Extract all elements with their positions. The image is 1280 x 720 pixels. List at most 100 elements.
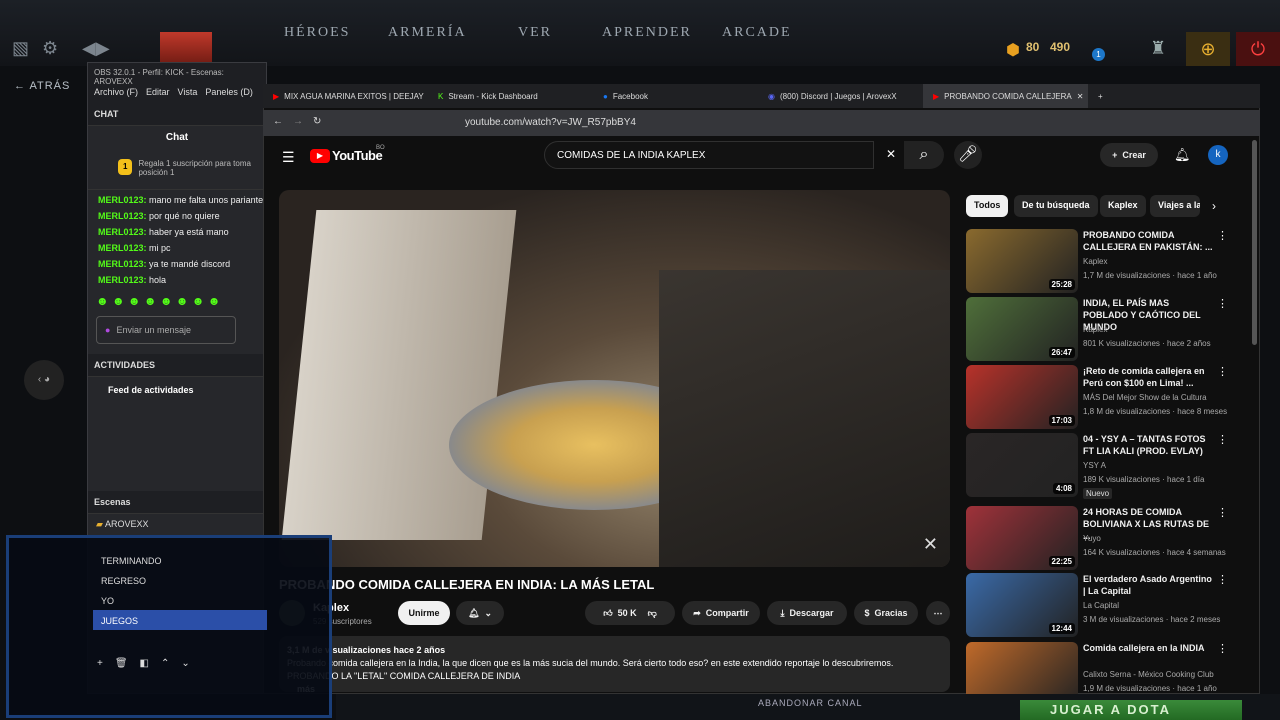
recommended-title[interactable]: PROBANDO COMIDA CALLEJERA EN PAKISTÁN: .… bbox=[1083, 229, 1215, 253]
plus-icon[interactable]: ⊕ bbox=[1186, 32, 1230, 66]
notification-badge[interactable]: 1 bbox=[1092, 48, 1105, 61]
recommended-channel[interactable]: Kaplex bbox=[1083, 257, 1107, 266]
more-options-icon[interactable]: ⋮ bbox=[1217, 433, 1228, 446]
download-button[interactable]: ⤓ Descargar bbox=[767, 601, 847, 625]
menu-icon[interactable]: ☰ bbox=[282, 149, 295, 166]
search-icon[interactable]: ⌕ bbox=[904, 141, 944, 169]
join-button[interactable]: Unirme bbox=[398, 601, 450, 625]
recommended-video[interactable]: 17:03 ¡Reto de comida callejera en Perú c… bbox=[966, 365, 1228, 429]
recommended-channel[interactable]: Calixto Serna - México Cooking Club bbox=[1083, 670, 1214, 679]
nav-armory[interactable]: ARMERÍA bbox=[388, 0, 467, 66]
power-icon[interactable]: ⏻ bbox=[1236, 32, 1280, 66]
recommended-channel[interactable]: YSY A bbox=[1083, 461, 1106, 470]
scene-item[interactable]: TERMINANDO bbox=[93, 550, 267, 570]
mic-icon[interactable]: 🎤︎ bbox=[954, 141, 982, 169]
more-options-icon[interactable]: ⋮ bbox=[1217, 229, 1228, 242]
forward-icon[interactable]: → bbox=[293, 116, 303, 127]
thanks-button[interactable]: $ Gracias bbox=[854, 601, 918, 625]
video-thumbnail[interactable]: 22:25 bbox=[966, 506, 1078, 570]
tab-discord[interactable]: ◉ (800) Discord | Juegos | ArovexX bbox=[758, 84, 923, 108]
recommended-video[interactable]: 26:47 INDIA, EL PAÍS MAS POBLADO Y CAÓTIC… bbox=[966, 297, 1228, 361]
close-icon[interactable]: ✕ bbox=[1077, 92, 1084, 101]
emote-bar[interactable]: ☻ ☻ ☻ ☻ ☻ ☻ ☻ ☻ bbox=[88, 288, 266, 314]
video-thumbnail[interactable]: 25:28 bbox=[966, 229, 1078, 293]
video-thumbnail[interactable]: 17:03 bbox=[966, 365, 1078, 429]
gear-icon[interactable]: ⚙ bbox=[42, 38, 58, 59]
chip-from-search[interactable]: De tu búsqueda bbox=[1014, 195, 1098, 217]
friends-avatar-icon[interactable]: ‹ ◕ bbox=[24, 360, 64, 400]
activity-feed[interactable]: Feed de actividades bbox=[88, 377, 266, 403]
dashboard-icon[interactable]: ▧ bbox=[12, 38, 29, 59]
recommended-video[interactable]: 25:28 PROBANDO COMIDA CALLEJERA EN PAKIST… bbox=[966, 229, 1228, 293]
description-box[interactable]: 3,1 M de visualizaciones hace 2 años Pro… bbox=[279, 636, 950, 694]
clear-search-icon[interactable]: ✕ bbox=[886, 147, 896, 161]
nav-learn[interactable]: APRENDER bbox=[602, 0, 692, 66]
recommended-channel[interactable]: Yuyo bbox=[1083, 534, 1101, 543]
recommended-channel[interactable]: La Capital bbox=[1083, 601, 1119, 610]
recommended-video[interactable]: 4:08 04 - YSY A – TANTAS FOTOS FT LIA KAL… bbox=[966, 433, 1228, 499]
scene-item-selected[interactable]: JUEGOS bbox=[93, 610, 267, 630]
scene-item[interactable]: REGRESO bbox=[93, 570, 267, 590]
scene-item[interactable]: YO bbox=[93, 590, 267, 610]
mic-icon[interactable]: ● bbox=[105, 325, 110, 335]
scrollbar[interactable] bbox=[1252, 140, 1257, 345]
recommended-title[interactable]: Comida callejera en la INDIA bbox=[1083, 642, 1215, 654]
back-button[interactable]: ← ATRÁS bbox=[14, 80, 70, 92]
recommended-title[interactable]: 24 HORAS DE COMIDA BOLIVIANA X LAS RUTAS… bbox=[1083, 506, 1215, 542]
move-down-icon[interactable]: ⌄ bbox=[181, 658, 189, 669]
like-button[interactable]: 👍︎ 50 K 👎︎ bbox=[585, 601, 675, 625]
tab-kick[interactable]: K Stream - Kick Dashboard bbox=[428, 84, 593, 108]
create-button[interactable]: + Crear bbox=[1100, 143, 1158, 167]
recommended-title[interactable]: El verdadero Asado Argentino | La Capita… bbox=[1083, 573, 1215, 597]
filter-icon[interactable]: ◧ bbox=[140, 658, 149, 669]
chat-input[interactable]: ● Enviar un mensaje bbox=[96, 316, 236, 344]
video-thumbnail[interactable]: 26:47 bbox=[966, 297, 1078, 361]
url-text[interactable]: youtube.com/watch?v=JW_R57pbBY4 bbox=[465, 117, 636, 128]
add-scene-icon[interactable]: + bbox=[97, 658, 103, 669]
video-player[interactable]: ✕ bbox=[279, 190, 950, 567]
scene-item[interactable]: ▰ AROVEXX bbox=[88, 513, 156, 533]
more-options-icon[interactable]: ⋮ bbox=[1217, 642, 1228, 655]
new-tab-button[interactable]: + bbox=[1088, 84, 1128, 108]
video-thumbnail[interactable]: 4:08 bbox=[966, 433, 1078, 497]
nav-arcade[interactable]: ARCADE bbox=[722, 0, 792, 66]
more-options-icon[interactable]: ⋮ bbox=[1217, 297, 1228, 310]
chip-all[interactable]: Todos bbox=[966, 195, 1009, 217]
tab-youtube-video[interactable]: ▶ PROBANDO COMIDA CALLEJERA ✕ bbox=[923, 84, 1088, 108]
chip-kaplex[interactable]: Kaplex bbox=[1100, 195, 1146, 217]
avatar[interactable]: k bbox=[1208, 145, 1228, 165]
reload-icon[interactable]: ↻ bbox=[313, 116, 321, 127]
leave-channel-button[interactable]: ABANDONAR CANAL bbox=[758, 698, 863, 708]
menu-edit[interactable]: Editar bbox=[146, 87, 170, 99]
recommended-channel[interactable]: MÁS Del Mejor Show de la Cultura bbox=[1083, 393, 1207, 402]
more-options-icon[interactable]: ⋮ bbox=[1217, 365, 1228, 378]
recommended-channel[interactable]: Kaplex bbox=[1083, 325, 1107, 334]
share-button[interactable]: ➦ Compartir bbox=[682, 601, 760, 625]
nav-watch[interactable]: VER bbox=[518, 0, 552, 66]
menu-view[interactable]: Vista bbox=[178, 87, 198, 99]
more-options-icon[interactable]: ⋮ bbox=[1217, 573, 1228, 586]
subscribe-bell-button[interactable]: 🔔︎ ⌄ bbox=[456, 601, 504, 625]
dota-logo[interactable] bbox=[160, 32, 212, 66]
recommended-video[interactable]: 22:25 24 HORAS DE COMIDA BOLIVIANA X LAS … bbox=[966, 506, 1228, 570]
youtube-logo[interactable]: YouTube bbox=[332, 148, 383, 163]
back-icon[interactable]: ← bbox=[273, 116, 283, 127]
inventory-icon[interactable]: ♜ bbox=[1150, 38, 1166, 59]
tab-facebook[interactable]: ● Facebook bbox=[593, 84, 758, 108]
sub-promo[interactable]: 1 Regala 1 suscripción para toma posició… bbox=[88, 149, 266, 190]
arrows-icon[interactable]: ◀▶ bbox=[82, 38, 110, 59]
menu-docks[interactable]: Paneles (D) bbox=[205, 87, 253, 99]
bell-icon[interactable]: 🔔︎ bbox=[1174, 147, 1191, 163]
more-actions-icon[interactable]: ⋯ bbox=[926, 601, 950, 625]
chip-travel[interactable]: Viajes a la bbox=[1150, 195, 1200, 217]
search-input[interactable]: COMIDAS DE LA INDIA KAPLEX bbox=[544, 141, 874, 169]
recommended-title[interactable]: ¡Reto de comida callejera en Perú con $1… bbox=[1083, 365, 1215, 389]
more-options-icon[interactable]: ⋮ bbox=[1217, 506, 1228, 519]
video-thumbnail[interactable]: 12:44 bbox=[966, 573, 1078, 637]
menu-file[interactable]: Archivo (F) bbox=[94, 87, 138, 99]
tab-music[interactable]: ▶ MIX AGUA MARINA EXITOS | DEEJAY bbox=[263, 84, 428, 108]
thumbs-down-icon[interactable]: 👎︎ bbox=[648, 608, 657, 619]
move-up-icon[interactable]: ⌃ bbox=[161, 658, 169, 669]
recommended-video[interactable]: 12:44 El verdadero Asado Argentino | La C… bbox=[966, 573, 1228, 637]
trash-icon[interactable]: 🗑︎ bbox=[115, 658, 128, 669]
